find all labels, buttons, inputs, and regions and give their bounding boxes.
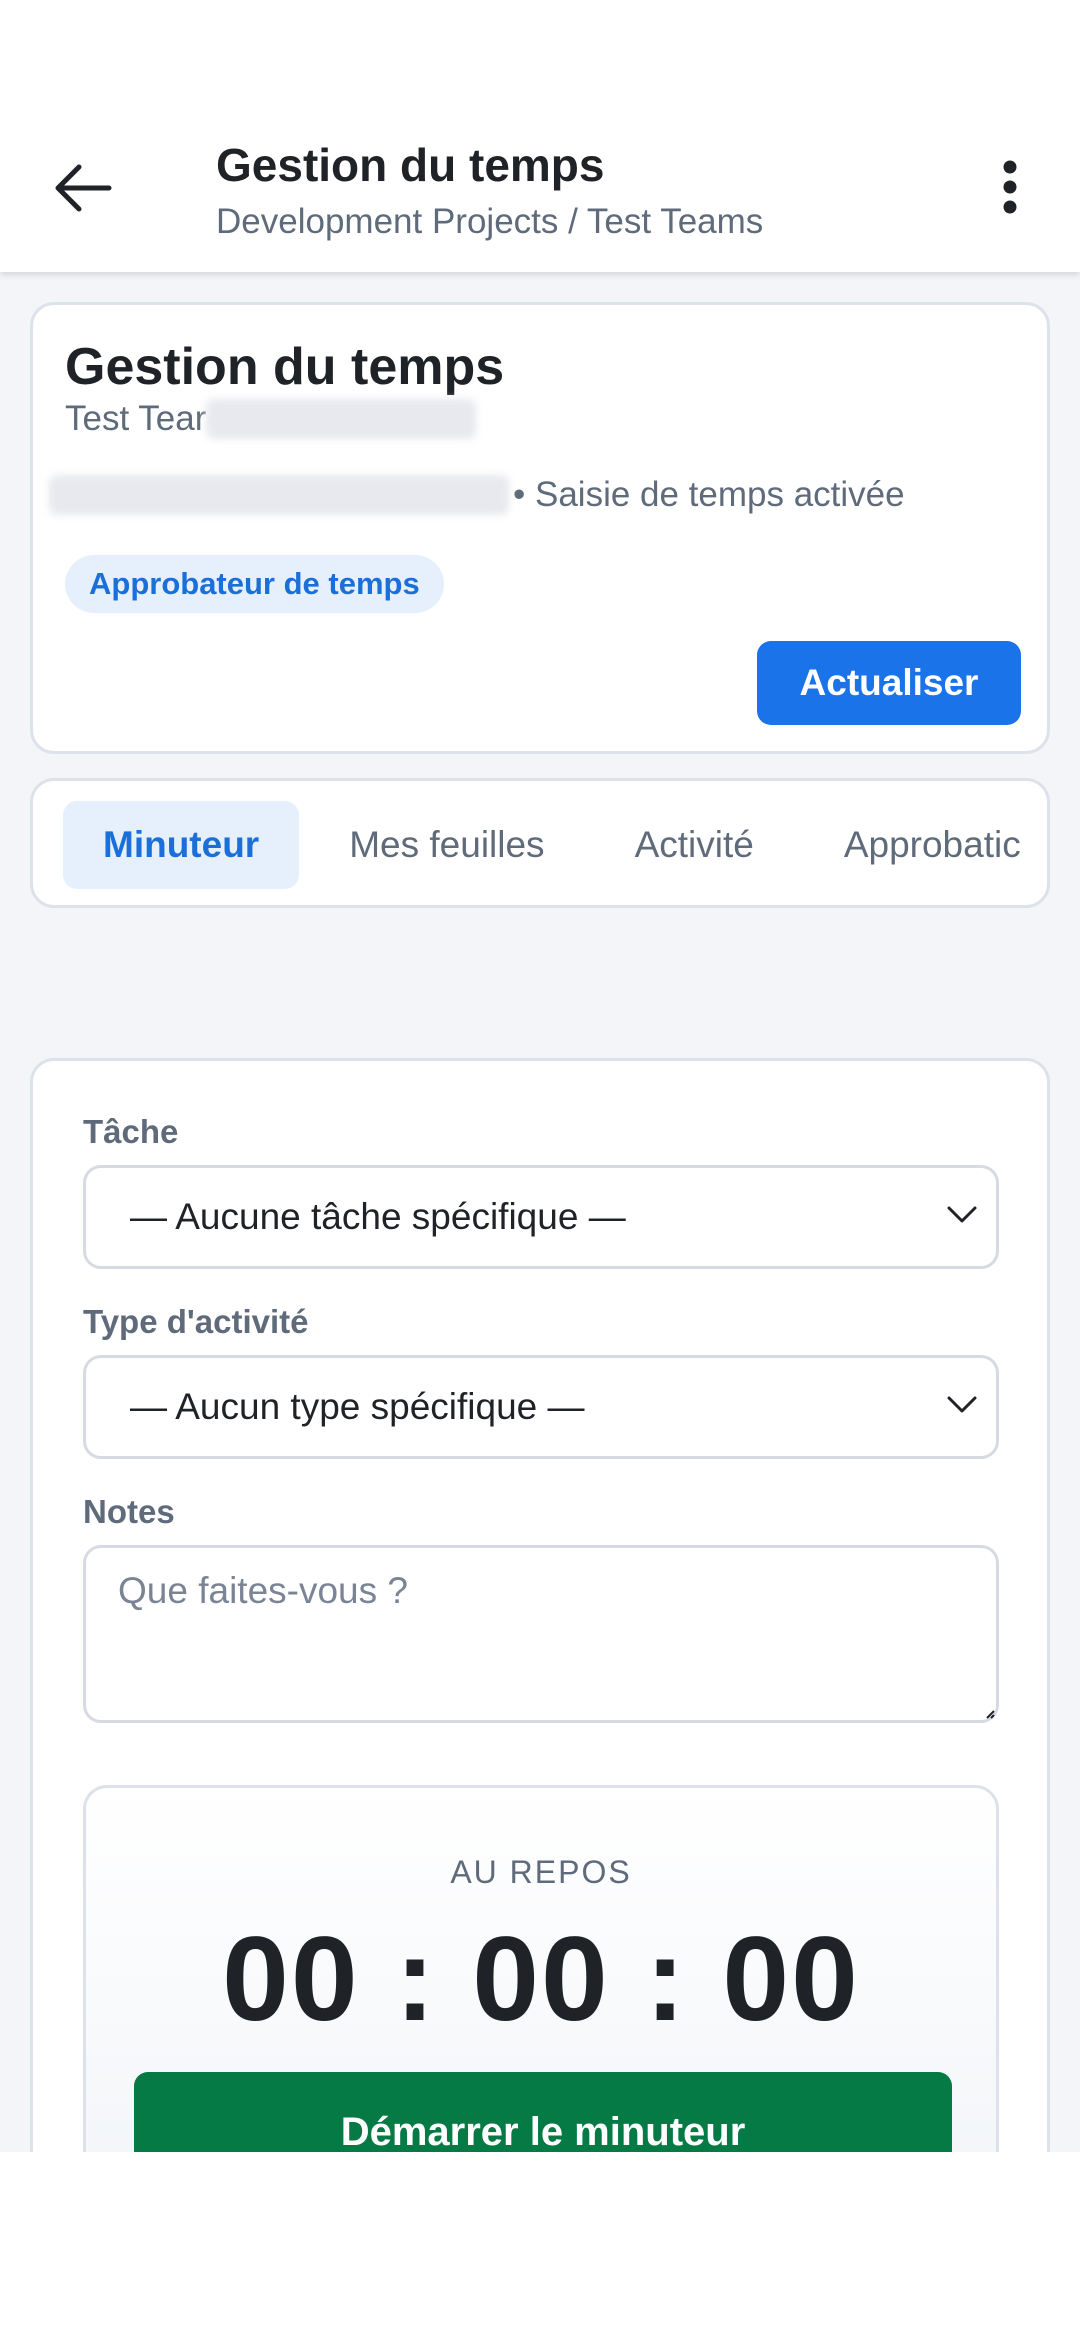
tab-approbations[interactable]: Approbatic [804,801,1047,889]
resize-grip-icon[interactable] [985,1709,995,1719]
timer-display: 00 : 00 : 00 [222,1912,860,2046]
timer-status: AU REPOS [450,1854,632,1890]
tab-bar: Minuteur Mes feuilles Activité Approbati… [63,801,1047,889]
chevron-down-icon [947,1206,977,1223]
task-select-value: — Aucune tâche spécifique — [130,1196,626,1237]
timer-panel: AU REPOS 00 : 00 : 00 Démarrer le minute… [83,1785,999,2152]
tab-mes-feuilles[interactable]: Mes feuilles [309,801,584,889]
tab-minuteur[interactable]: Minuteur [63,801,300,889]
team-name: Test Tear [65,399,477,439]
chevron-down-icon [947,1396,977,1413]
role-badge: Approbateur de temps [65,555,444,613]
tab-activite[interactable]: Activité [595,801,794,889]
activity-type-select-value: — Aucun type spécifique — [130,1386,585,1427]
team-name-text: Test Tear [65,399,207,438]
redacted-email [49,475,509,515]
card-title: Gestion du temps [65,338,505,396]
card-meta: • Saisie de temps activée [49,475,905,515]
start-timer-button[interactable]: Démarrer le minuteur [134,2072,952,2152]
more-vertical-icon [1003,160,1017,214]
time-entry-status: • Saisie de temps activée [513,475,905,514]
notes-field[interactable] [83,1545,999,1723]
task-label: Tâche [83,1113,179,1150]
more-options-button[interactable] [980,150,1040,224]
app-bar: Gestion du temps Development Projects / … [0,0,1080,272]
activity-type-select[interactable]: — Aucun type spécifique — [83,1355,999,1459]
refresh-button[interactable]: Actualiser [757,641,1021,725]
screen: Gestion du temps Development Projects / … [0,0,1080,2340]
tabs-card: Minuteur Mes feuilles Activité Approbati… [30,778,1050,908]
notes-label: Notes [83,1493,175,1530]
app-viewport: Gestion du temps Development Projects / … [0,0,1080,2152]
task-select[interactable]: — Aucune tâche spécifique — [83,1165,999,1269]
page-title: Gestion du temps [216,139,605,191]
activity-type-label: Type d'activité [83,1303,309,1340]
timer-form-card: Tâche — Aucune tâche spécifique — Type d… [30,1058,1050,2152]
header-card: Gestion du temps Test Tear • Saisie de t… [30,302,1050,754]
arrow-left-icon [55,164,112,212]
back-button[interactable] [40,148,126,228]
breadcrumb: Development Projects / Test Teams [216,202,764,241]
redacted-team-id [206,399,477,439]
